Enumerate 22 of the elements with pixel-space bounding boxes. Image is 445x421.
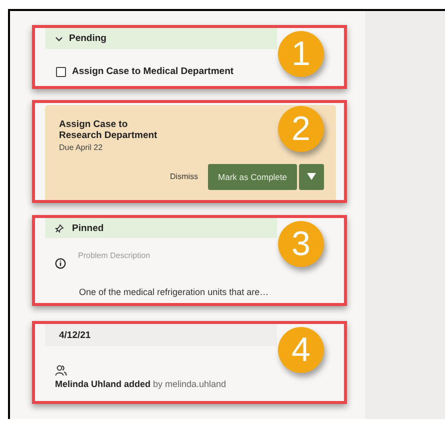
field-label: Problem Description [78, 251, 150, 260]
dismiss-button[interactable]: Dismiss [168, 172, 200, 182]
dropdown-button[interactable] [299, 164, 324, 190]
number-badge: 4 [278, 327, 324, 373]
number-badge: 1 [278, 31, 324, 77]
pin-icon [55, 224, 64, 232]
field-value: One of the medical refrigeration units that are… [78, 287, 270, 297]
checkbox[interactable] [56, 66, 66, 76]
due-date: Due April 22 [59, 142, 104, 152]
number-badge: 3 [278, 221, 324, 267]
activity-text: Melinda Uhland added by melinda.uhland [55, 379, 228, 389]
date-label: 4/12/21 [59, 330, 91, 340]
task-title: Assign Case to Research Department [59, 119, 158, 142]
section-title: Pending [69, 33, 106, 44]
chevron-icon[interactable] [55, 34, 63, 42]
caret-icon [307, 173, 316, 180]
info-icon [55, 258, 66, 269]
complete-button[interactable]: Mark as Complete [208, 164, 297, 190]
section-header[interactable]: Pending [45, 28, 277, 49]
section-title: Pinned [72, 222, 104, 234]
task-label: Assign Case to Medical Department [72, 66, 234, 77]
people-icon [55, 365, 67, 376]
